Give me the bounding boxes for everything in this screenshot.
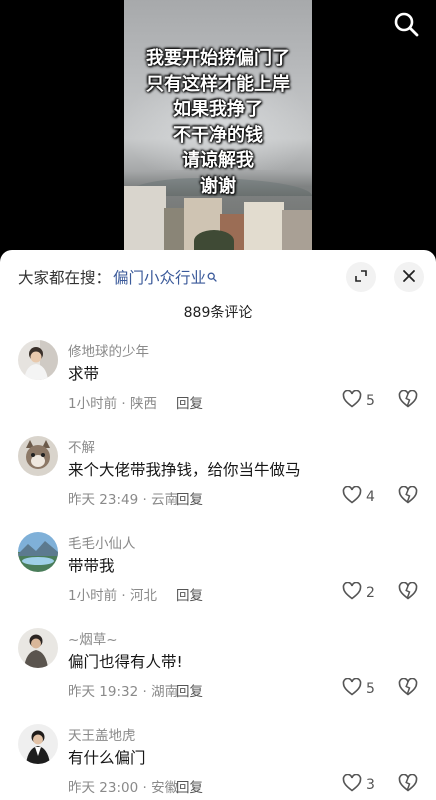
comment-meta: 1小时前 · 陕西 <box>68 396 157 412</box>
reply-button[interactable]: 回复 <box>176 392 203 412</box>
comment-count: 889条评论 <box>183 305 253 321</box>
comment-item[interactable]: 天王盖地虎 有什么偏门 昨天 23:00 · 安徽 回复 3 <box>0 724 436 800</box>
comment-username[interactable]: 不解 <box>68 436 95 456</box>
like-count: 5 <box>366 681 375 697</box>
comment-text: 偏门也得有人带! <box>68 653 183 671</box>
dislike-button[interactable] <box>398 389 418 412</box>
dislike-heart-icon <box>398 581 418 604</box>
like-count: 4 <box>366 489 375 505</box>
dislike-button[interactable] <box>398 677 418 700</box>
suggested-search[interactable]: 大家都在搜： 偏门小众行业 <box>18 266 217 288</box>
comment-item[interactable]: 毛毛小仙人 带带我 1小时前 · 河北 回复 2 <box>0 532 436 628</box>
comment-item[interactable]: 不解 来个大佬带我挣钱，给你当牛做马 昨天 23:49 · 云南 回复 4 <box>0 436 436 532</box>
avatar[interactable] <box>18 340 58 380</box>
reply-button[interactable]: 回复 <box>176 584 203 604</box>
comment-meta: 1小时前 · 河北 <box>68 588 157 604</box>
tree <box>194 230 234 252</box>
caption-line: 请谅解我 <box>182 150 254 171</box>
expand-icon <box>354 268 368 287</box>
search-small-icon <box>207 272 217 282</box>
like-button[interactable]: 5 <box>342 389 375 412</box>
like-button[interactable]: 3 <box>342 773 375 796</box>
search-icon[interactable] <box>392 10 420 38</box>
heart-icon <box>342 677 362 700</box>
heart-icon <box>342 581 362 604</box>
avatar[interactable] <box>18 436 58 476</box>
comment-item[interactable]: 修地球的少年 求带 1小时前 · 陕西 回复 5 <box>0 340 436 436</box>
video-frame[interactable]: 我要开始捞偏门了 只有这样才能上岸 如果我挣了 不干净的钱 请谅解我 谢谢 <box>124 0 312 252</box>
suggested-search-term[interactable]: 偏门小众行业 <box>113 266 206 288</box>
expand-button[interactable] <box>346 262 376 292</box>
close-button[interactable] <box>394 262 424 292</box>
like-button[interactable]: 5 <box>342 677 375 700</box>
building <box>164 208 186 252</box>
reply-button[interactable]: 回复 <box>176 680 203 700</box>
comment-meta: 昨天 23:49 · 云南 <box>68 492 179 508</box>
like-count: 3 <box>366 777 375 793</box>
caption-line: 我要开始捞偏门了 <box>146 48 290 69</box>
heart-icon <box>342 773 362 796</box>
video-caption: 我要开始捞偏门了 只有这样才能上岸 如果我挣了 不干净的钱 请谅解我 谢谢 <box>124 46 312 199</box>
building <box>244 202 284 252</box>
close-icon <box>402 268 416 287</box>
like-button[interactable]: 4 <box>342 485 375 508</box>
comment-text: 带带我 <box>68 557 115 575</box>
like-count: 5 <box>366 393 375 409</box>
comment-item[interactable]: ~烟草~ 偏门也得有人带! 昨天 19:32 · 湖南 回复 5 <box>0 628 436 724</box>
comment-text: 有什么偏门 <box>68 749 146 767</box>
reply-button[interactable]: 回复 <box>176 488 203 508</box>
caption-line: 谢谢 <box>200 175 236 197</box>
avatar[interactable] <box>18 724 58 764</box>
avatar[interactable] <box>18 532 58 572</box>
heart-icon <box>342 389 362 412</box>
reply-button[interactable]: 回复 <box>176 776 203 796</box>
dislike-button[interactable] <box>398 773 418 796</box>
dislike-button[interactable] <box>398 581 418 604</box>
comment-username[interactable]: ~烟草~ <box>68 628 118 648</box>
comment-text: 求带 <box>68 365 100 383</box>
dislike-heart-icon <box>398 485 418 508</box>
avatar[interactable] <box>18 628 58 668</box>
comment-username[interactable]: 修地球的少年 <box>68 340 149 360</box>
comment-text: 来个大佬带我挣钱，给你当牛做马 <box>68 461 301 479</box>
caption-line: 只有这样才能上岸 <box>146 73 290 95</box>
dislike-heart-icon <box>398 773 418 796</box>
suggested-search-prefix: 大家都在搜： <box>18 269 112 287</box>
comment-username[interactable]: 毛毛小仙人 <box>68 532 136 552</box>
caption-line: 不干净的钱 <box>173 124 263 146</box>
like-count: 2 <box>366 585 375 601</box>
dislike-button[interactable] <box>398 485 418 508</box>
video-area[interactable]: 我要开始捞偏门了 只有这样才能上岸 如果我挣了 不干净的钱 请谅解我 谢谢 <box>0 0 436 252</box>
caption-line: 如果我挣了 <box>173 99 263 120</box>
comment-meta: 昨天 23:00 · 安徽 <box>68 780 179 796</box>
dislike-heart-icon <box>398 677 418 700</box>
building <box>282 210 312 252</box>
like-button[interactable]: 2 <box>342 581 375 604</box>
dislike-heart-icon <box>398 389 418 412</box>
comment-meta: 昨天 19:32 · 湖南 <box>68 684 179 700</box>
heart-icon <box>342 485 362 508</box>
comments-panel: 大家都在搜： 偏门小众行业 889条评论 修地球的少年 求带 1小时前 · 陕西… <box>0 250 436 800</box>
comment-username[interactable]: 天王盖地虎 <box>68 724 136 744</box>
